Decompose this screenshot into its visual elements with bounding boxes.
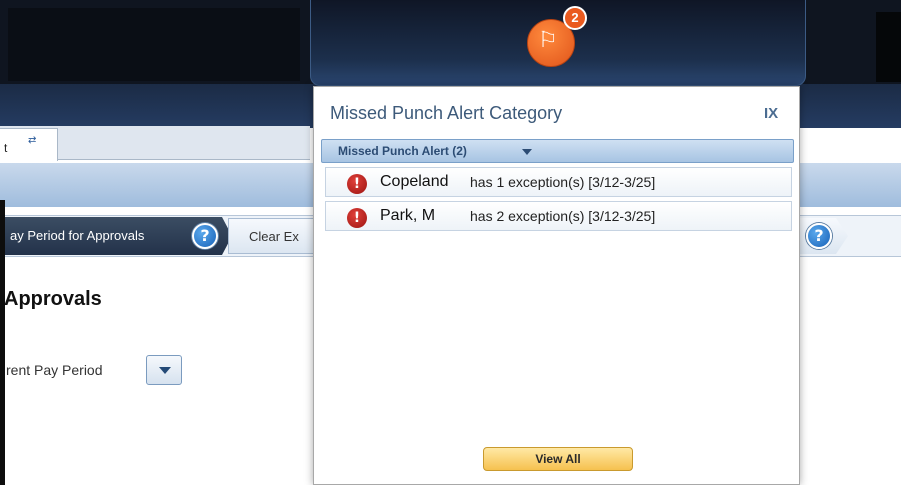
employee-name: Copeland <box>380 173 449 190</box>
chevron-down-icon <box>159 367 171 374</box>
exception-detail: has 1 exception(s) [3/12-3/25] <box>470 174 656 190</box>
tab-label: t <box>4 141 8 155</box>
missed-punch-popup: Missed Punch Alert Category IX Missed Pu… <box>313 86 800 485</box>
pay-period-select-value[interactable]: rent Pay Period <box>6 362 103 378</box>
header-right-block <box>876 12 901 82</box>
breadcrumb-step-clear[interactable]: Clear Ex <box>228 218 314 254</box>
refresh-tab-icon[interactable]: ⇄ <box>28 135 36 146</box>
category-label: Missed Punch Alert (2) <box>338 144 467 158</box>
view-all-button[interactable]: View All <box>483 447 633 471</box>
chevron-down-icon <box>522 149 532 155</box>
pay-period-dropdown-button[interactable] <box>146 355 182 385</box>
app-window: t ⇄ ay Period for Approvals ? Clear Ex ?… <box>0 0 901 485</box>
alert-row[interactable]: ! Park, M has 2 exception(s) [3/12-3/25] <box>325 201 792 231</box>
help-icon[interactable]: ? <box>806 223 832 249</box>
exception-icon: ! <box>347 208 367 228</box>
category-header[interactable]: Missed Punch Alert (2) <box>321 139 794 163</box>
popup-title: Missed Punch Alert Category <box>330 103 563 123</box>
tab-active[interactable]: t ⇄ <box>0 128 58 161</box>
close-button[interactable]: IX <box>764 105 778 122</box>
employee-name: Park, M <box>380 207 436 224</box>
left-border <box>0 200 5 485</box>
help-icon[interactable]: ? <box>192 223 218 249</box>
breadcrumb-step-label: ay Period for Approvals <box>10 228 145 243</box>
header-logo-area <box>8 8 300 81</box>
page-title: Approvals <box>4 288 102 310</box>
exception-icon: ! <box>347 174 367 194</box>
alert-row[interactable]: ! Copeland has 1 exception(s) [3/12-3/25… <box>325 167 792 197</box>
alert-count-badge: 2 <box>563 6 587 30</box>
exception-detail: has 2 exception(s) [3/12-3/25] <box>470 208 656 224</box>
breadcrumb-step-label: Clear Ex <box>249 229 299 244</box>
clock-search-icon: ⚐ <box>538 28 558 53</box>
